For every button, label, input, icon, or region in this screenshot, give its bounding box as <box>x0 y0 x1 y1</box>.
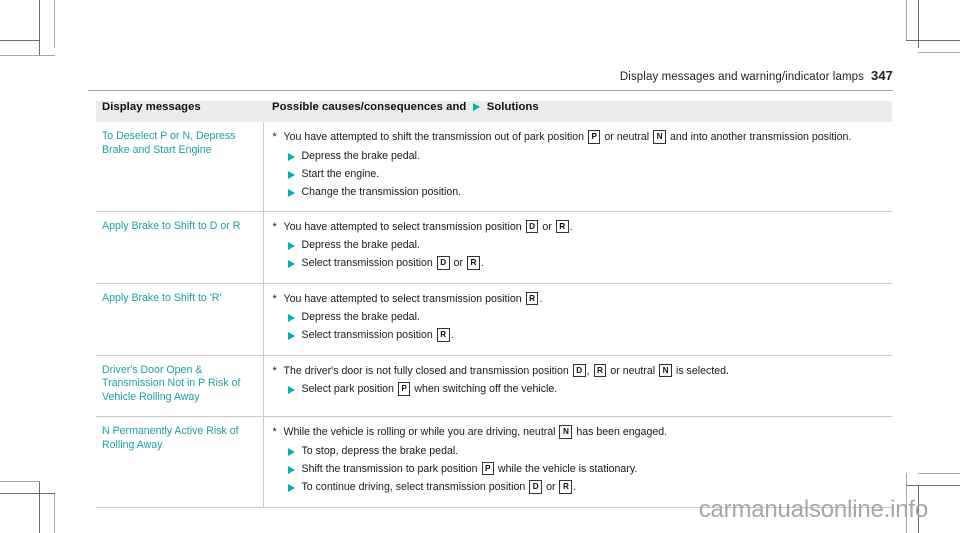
asterisk-marker: * <box>272 220 277 233</box>
solution-text: Shift the transmission to park position … <box>301 461 638 476</box>
gear-position-badge-d: D <box>436 256 450 270</box>
display-message-cell: Apply Brake to Shift to D or R <box>96 211 264 284</box>
solution-triangle-icon <box>287 328 302 340</box>
solution-triangle-icon <box>287 167 302 179</box>
gear-position-badge-d: D <box>525 219 539 233</box>
solution-text: Depress the brake pedal. <box>301 239 420 251</box>
cause-line: * You have attempted to select transmissi… <box>272 219 889 235</box>
solution-triangle-icon <box>287 256 302 268</box>
crop-mark-top-right <box>880 0 960 70</box>
solution-triangle-icon <box>287 444 302 456</box>
solution-triangle-icon <box>287 238 302 250</box>
solution-text: Start the engine. <box>301 167 380 180</box>
solution-line: Select transmission position D or R. <box>273 256 889 271</box>
table-row: Apply Brake to Shift to 'R' * You have att… <box>96 283 892 356</box>
cause-line: * You have attempted to select transmissi… <box>272 291 889 307</box>
solution-triangle-icon <box>287 310 302 322</box>
display-message-cell: To Deselect P or N, Depress Brake and St… <box>96 122 264 212</box>
header-rule <box>88 90 893 91</box>
cause-line: * While the vehicle is rolling or while y… <box>273 425 889 440</box>
solution-text: To stop, depress the brake pedal. <box>301 444 459 457</box>
solution-triangle-icon <box>287 462 302 474</box>
gear-position-badge-r: R <box>436 328 450 342</box>
causes-solutions-cell: * You have attempted to select transmissi… <box>263 283 892 356</box>
display-message-cell: Apply Brake to Shift to 'R' <box>96 283 264 356</box>
gear-position-badge-r: R <box>466 256 480 270</box>
table-row: Driver's Door Open & Transmission Not in… <box>96 355 892 418</box>
solution-triangle-icon <box>287 149 302 161</box>
gear-position-badge-p: P <box>481 461 494 476</box>
solution-text: Select transmission position D or R. <box>301 256 484 270</box>
solution-triangle-icon <box>287 480 302 493</box>
solution-triangle-icon <box>287 185 302 197</box>
table-row: Apply Brake to Shift to D or R * You have … <box>96 211 892 284</box>
solution-text: Select park position P when switching of… <box>301 382 558 396</box>
crop-mark-top-left <box>0 0 110 70</box>
solution-line: Depress the brake pedal. <box>273 149 889 163</box>
causes-solutions-cell: * You have attempted to shift the transmi… <box>263 122 892 212</box>
cause-line: * The driver's door is not fully closed a… <box>272 363 889 379</box>
solution-line: Change the transmission position. <box>273 185 889 199</box>
gear-position-badge-n: N <box>559 425 573 439</box>
cause-text: You have attempted to select transmissio… <box>283 291 543 305</box>
page-number: 347 <box>871 68 893 83</box>
column-header-display-messages: Display messages <box>96 101 263 122</box>
solution-text: Change the transmission position. <box>301 185 462 198</box>
cause-text: You have attempted to shift the transmis… <box>283 130 852 144</box>
gear-position-badge-d: D <box>572 363 586 377</box>
display-messages-table: Display messages Possible causes/consequ… <box>96 101 892 508</box>
gear-position-badge-d: D <box>529 480 543 494</box>
running-head: Display messages and warning/indicator l… <box>88 68 893 83</box>
solution-line: Depress the brake pedal. <box>273 238 889 252</box>
solution-line: Select park position P when switching of… <box>273 382 889 397</box>
cause-text: The driver's door is not fully closed an… <box>283 363 729 377</box>
gear-position-badge-p: P <box>587 130 601 144</box>
table-body: To Deselect P or N, Depress Brake and St… <box>96 122 892 508</box>
column-header-solutions-label: Solutions <box>486 101 539 113</box>
gear-position-badge-p: P <box>397 382 411 396</box>
solutions-triangle-icon <box>472 103 480 111</box>
table-header-row: Display messages Possible causes/consequ… <box>96 101 892 122</box>
running-head-title: Display messages and warning/indicator l… <box>619 71 864 83</box>
watermark: carmanualsonline.info <box>698 496 928 523</box>
solution-triangle-icon <box>287 382 302 394</box>
solution-line: To stop, depress the brake pedal. <box>273 444 889 458</box>
causes-solutions-cell: * You have attempted to select transmissi… <box>263 211 892 284</box>
solution-text: Select transmission position R. <box>301 328 454 342</box>
table-row: N Permanently Active Risk of Rolling Awa… <box>96 416 892 508</box>
solution-text: Depress the brake pedal. <box>301 149 420 162</box>
gear-position-badge-n: N <box>659 363 673 377</box>
solution-line: Depress the brake pedal. <box>273 310 889 324</box>
solution-line: Shift the transmission to park position … <box>273 461 889 477</box>
solution-text: To continue driving, select transmission… <box>301 480 577 494</box>
crop-mark-bottom-left <box>0 470 110 533</box>
asterisk-marker: * <box>272 364 277 377</box>
gear-position-badge-r: R <box>555 219 569 233</box>
gear-position-badge-r: R <box>559 480 573 494</box>
solution-line: Start the engine. <box>273 167 889 181</box>
asterisk-marker: * <box>272 292 277 305</box>
gear-position-badge-n: N <box>653 130 667 144</box>
table-row: To Deselect P or N, Depress Brake and St… <box>96 122 892 212</box>
solution-line: To continue driving, select transmission… <box>273 480 889 495</box>
solution-line: Select transmission position R. <box>273 328 889 343</box>
cause-text: You have attempted to select transmissio… <box>283 219 573 233</box>
causes-solutions-cell: * The driver's door is not fully closed a… <box>263 355 892 418</box>
gear-position-badge-r: R <box>593 363 607 377</box>
column-header-causes-label: Possible causes/consequences and <box>272 101 467 113</box>
solution-text: Depress the brake pedal. <box>301 311 420 323</box>
gear-position-badge-r: R <box>525 291 539 305</box>
column-header-causes-solutions: Possible causes/consequences and Solutio… <box>263 101 892 122</box>
cause-text: While the vehicle is rolling or while yo… <box>283 425 668 439</box>
asterisk-marker: * <box>272 131 277 143</box>
display-message-cell: N Permanently Active Risk of Rolling Awa… <box>96 416 264 508</box>
cause-line: * You have attempted to shift the transmi… <box>273 130 889 145</box>
causes-solutions-cell: * While the vehicle is rolling or while y… <box>263 416 892 508</box>
asterisk-marker: * <box>272 426 277 439</box>
display-message-cell: Driver's Door Open & Transmission Not in… <box>96 355 264 418</box>
